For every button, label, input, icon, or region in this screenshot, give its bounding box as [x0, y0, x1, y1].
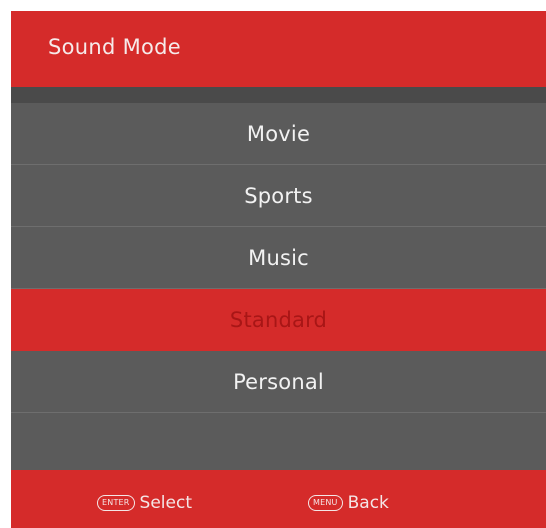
menu-divider-band	[11, 87, 546, 103]
option-standard[interactable]: Standard	[11, 289, 546, 351]
menu-header: Sound Mode	[11, 11, 546, 87]
enter-key-icon: ENTER	[97, 495, 135, 511]
sound-mode-options: Movie Sports Music Standard Personal	[11, 103, 546, 470]
option-personal[interactable]: Personal	[11, 351, 546, 413]
option-sports[interactable]: Sports	[11, 165, 546, 227]
select-label: Select	[139, 493, 192, 513]
option-music[interactable]: Music	[11, 227, 546, 289]
menu-key-icon: MENU	[308, 495, 343, 511]
sound-mode-menu: Sound Mode Movie Sports Music Standard P…	[11, 11, 546, 528]
select-hint[interactable]: ENTER Select	[97, 493, 192, 513]
option-movie[interactable]: Movie	[11, 103, 546, 165]
back-label: Back	[347, 493, 389, 513]
menu-footer: ENTER Select MENU Back	[11, 470, 546, 528]
empty-option-row	[11, 413, 546, 470]
back-hint[interactable]: MENU Back	[308, 493, 389, 513]
menu-title: Sound Mode	[48, 35, 182, 59]
